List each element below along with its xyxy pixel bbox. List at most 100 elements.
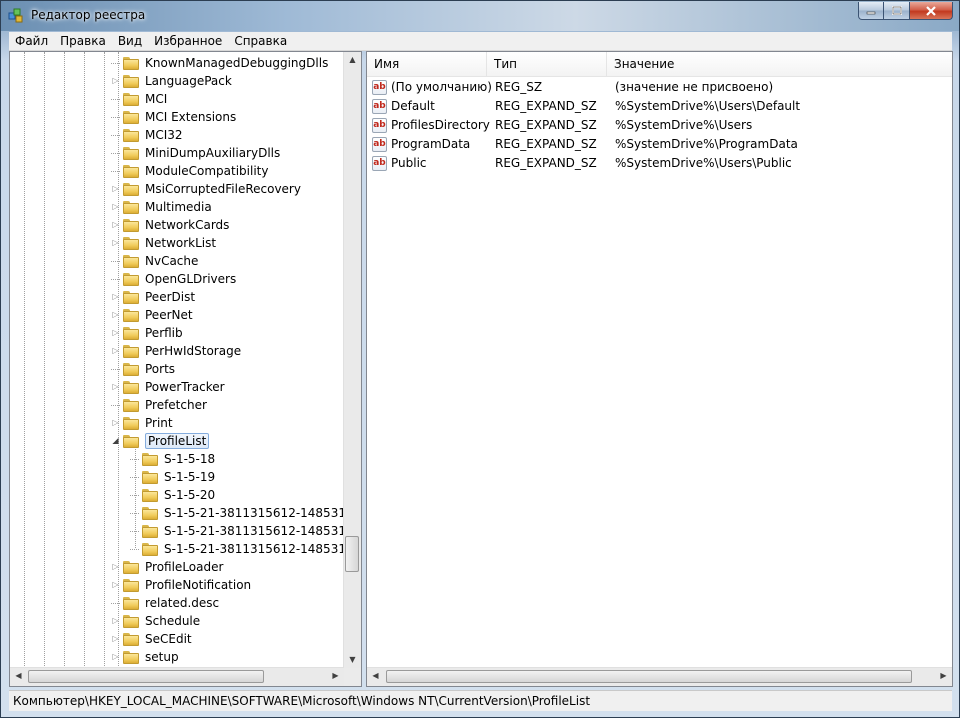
tree-key-item[interactable]: ▷ MsiCorruptedFileRecovery bbox=[111, 180, 301, 198]
expand-arrow-icon[interactable]: ▷ bbox=[111, 72, 120, 90]
maximize-button[interactable] bbox=[884, 2, 910, 20]
menu-edit[interactable]: Правка bbox=[54, 34, 112, 48]
tree-connector bbox=[111, 396, 120, 406]
expand-arrow-icon[interactable]: ▷ bbox=[111, 234, 120, 252]
tree-key-item[interactable]: ▷ NetworkCards bbox=[111, 216, 229, 234]
tree-horizontal-scroll-thumb[interactable] bbox=[28, 670, 264, 683]
registry-editor-window: Редактор реестра Файл Правка Вид Избранн… bbox=[0, 0, 960, 718]
value-type: REG_EXPAND_SZ bbox=[495, 118, 597, 132]
tree-subkey-item[interactable]: S-1-5-21-3811315612-1485319307- bbox=[130, 522, 344, 540]
tree-key-item[interactable]: ▷ SeCEdit bbox=[111, 630, 191, 648]
tree-key-label: S-1-5-21-3811315612-1485319307- bbox=[164, 506, 344, 520]
tree-key-item[interactable]: MCI Extensions bbox=[111, 108, 236, 126]
expand-arrow-icon[interactable]: ▷ bbox=[111, 414, 120, 432]
tree-key-item[interactable]: Ports bbox=[111, 360, 175, 378]
tree-key-item[interactable]: KnownManagedDebuggingDlls bbox=[111, 54, 328, 72]
scroll-right-arrow-icon[interactable]: ▶ bbox=[327, 671, 344, 680]
tree-key-item[interactable]: ▷ PowerTracker bbox=[111, 378, 224, 396]
tree-vertical-scroll-thumb[interactable] bbox=[345, 536, 359, 572]
minimize-icon bbox=[866, 11, 876, 14]
minimize-button[interactable] bbox=[858, 2, 884, 20]
expand-arrow-icon[interactable]: ▷ bbox=[111, 216, 120, 234]
status-bar-path: Компьютер\HKEY_LOCAL_MACHINE\SOFTWARE\Mi… bbox=[9, 690, 952, 711]
tree-subkey-item[interactable]: S-1-5-19 bbox=[130, 468, 215, 486]
tree-key-item[interactable]: NvCache bbox=[111, 252, 198, 270]
column-header-data[interactable]: Значение bbox=[607, 52, 952, 76]
expand-arrow-icon[interactable]: ▷ bbox=[111, 612, 120, 630]
tree-key-item[interactable]: MCI bbox=[111, 90, 167, 108]
tree-key-item[interactable]: ▷ setup bbox=[111, 648, 178, 666]
tree-subkey-item[interactable]: S-1-5-21-3811315612-1485319307- bbox=[130, 540, 344, 558]
tree-vertical-scrollbar[interactable]: ▲ ▼ bbox=[343, 52, 361, 668]
expand-arrow-icon[interactable]: ▷ bbox=[111, 378, 120, 396]
tree-key-label: PeerDist bbox=[145, 290, 196, 304]
expand-arrow-icon[interactable]: ▷ bbox=[111, 576, 120, 594]
tree-key-item[interactable]: ◢ ProfileList bbox=[111, 432, 210, 450]
tree-key-item[interactable]: ▷ LanguagePack bbox=[111, 72, 231, 90]
expand-arrow-icon[interactable]: ▷ bbox=[111, 288, 120, 306]
column-header-name[interactable]: Имя bbox=[367, 52, 487, 76]
tree-key-item[interactable]: ▷ PerHwIdStorage bbox=[111, 342, 241, 360]
column-header-type[interactable]: Тип bbox=[487, 52, 607, 76]
menu-help[interactable]: Справка bbox=[228, 34, 293, 48]
tree-guide-line bbox=[24, 52, 25, 668]
expand-arrow-icon[interactable]: ▷ bbox=[111, 342, 120, 360]
value-row[interactable]: ab (По умолчанию) REG_SZ (значение не присв… bbox=[367, 78, 952, 97]
tree-key-label: S-1-5-21-3811315612-1485319307- bbox=[164, 542, 344, 556]
tree-key-label: ModuleCompatibility bbox=[145, 164, 269, 178]
close-button[interactable] bbox=[910, 2, 953, 20]
value-row[interactable]: ab ProfilesDirectory REG_EXPAND_SZ %SystemD… bbox=[367, 116, 952, 135]
tree-key-item[interactable]: ▷ PeerDist bbox=[111, 288, 195, 306]
tree-key-item[interactable]: ▷ NetworkList bbox=[111, 234, 216, 252]
tree-key-label: Multimedia bbox=[145, 200, 212, 214]
folder-icon bbox=[142, 452, 158, 466]
menu-favorites[interactable]: Избранное bbox=[148, 34, 228, 48]
tree-key-item[interactable]: ▷ Perflib bbox=[111, 324, 183, 342]
scroll-down-arrow-icon[interactable]: ▼ bbox=[344, 655, 361, 664]
tree-horizontal-scrollbar[interactable]: ◀ ▶ bbox=[10, 667, 344, 686]
scroll-left-arrow-icon[interactable]: ◀ bbox=[10, 671, 27, 680]
tree-key-item[interactable]: ▷ Print bbox=[111, 414, 172, 432]
values-horizontal-scroll-thumb[interactable] bbox=[386, 670, 912, 683]
tree-key-item[interactable]: ▷ ProfileLoader bbox=[111, 558, 223, 576]
title-bar[interactable]: Редактор реестра bbox=[1, 1, 959, 31]
scroll-right-arrow-icon[interactable]: ▶ bbox=[935, 671, 952, 680]
tree-key-item[interactable]: ▷ PeerNet bbox=[111, 306, 192, 324]
tree-key-item[interactable]: Prefetcher bbox=[111, 396, 207, 414]
menu-view[interactable]: Вид bbox=[112, 34, 148, 48]
expand-arrow-icon[interactable]: ▷ bbox=[111, 630, 120, 648]
expand-arrow-icon[interactable]: ▷ bbox=[111, 648, 120, 666]
value-row[interactable]: ab ProgramData REG_EXPAND_SZ %SystemDrive%\… bbox=[367, 135, 952, 154]
tree-subkey-item[interactable]: S-1-5-21-3811315612-1485319307- bbox=[130, 504, 344, 522]
expand-arrow-icon[interactable]: ▷ bbox=[111, 180, 120, 198]
folder-icon bbox=[142, 542, 158, 556]
scroll-left-arrow-icon[interactable]: ◀ bbox=[367, 671, 384, 680]
value-row[interactable]: ab Public REG_EXPAND_SZ %SystemDrive%\Users… bbox=[367, 154, 952, 173]
tree-key-item[interactable]: MiniDumpAuxiliaryDlls bbox=[111, 144, 280, 162]
folder-icon bbox=[123, 236, 139, 250]
scroll-up-arrow-icon[interactable]: ▲ bbox=[344, 55, 361, 64]
expand-arrow-icon[interactable]: ▷ bbox=[111, 306, 120, 324]
tree-key-item[interactable]: ▷ Multimedia bbox=[111, 198, 212, 216]
folder-icon bbox=[142, 524, 158, 538]
tree-key-item[interactable]: ▷ Schedule bbox=[111, 612, 200, 630]
value-row[interactable]: ab Default REG_EXPAND_SZ %SystemDrive%\User… bbox=[367, 97, 952, 116]
folder-icon bbox=[123, 290, 139, 304]
tree-key-item[interactable]: MCI32 bbox=[111, 126, 183, 144]
values-horizontal-scrollbar[interactable]: ◀ ▶ bbox=[367, 667, 952, 686]
tree-key-label: Perflib bbox=[145, 326, 183, 340]
tree-key-item[interactable]: OpenGLDrivers bbox=[111, 270, 236, 288]
menu-file[interactable]: Файл bbox=[9, 34, 54, 48]
tree-key-label: OpenGLDrivers bbox=[145, 272, 237, 286]
expand-arrow-icon[interactable]: ▷ bbox=[111, 198, 120, 216]
expand-arrow-icon[interactable]: ▷ bbox=[111, 324, 120, 342]
tree-key-item[interactable]: ModuleCompatibility bbox=[111, 162, 268, 180]
folder-icon bbox=[123, 380, 139, 394]
tree-key-item[interactable]: related.desc bbox=[111, 594, 219, 612]
tree-connector bbox=[130, 450, 139, 460]
expand-arrow-icon[interactable]: ▷ bbox=[111, 558, 120, 576]
tree-subkey-item[interactable]: S-1-5-18 bbox=[130, 450, 215, 468]
tree-subkey-item[interactable]: S-1-5-20 bbox=[130, 486, 215, 504]
tree-key-item[interactable]: ▷ ProfileNotification bbox=[111, 576, 251, 594]
collapse-arrow-icon[interactable]: ◢ bbox=[111, 432, 120, 450]
